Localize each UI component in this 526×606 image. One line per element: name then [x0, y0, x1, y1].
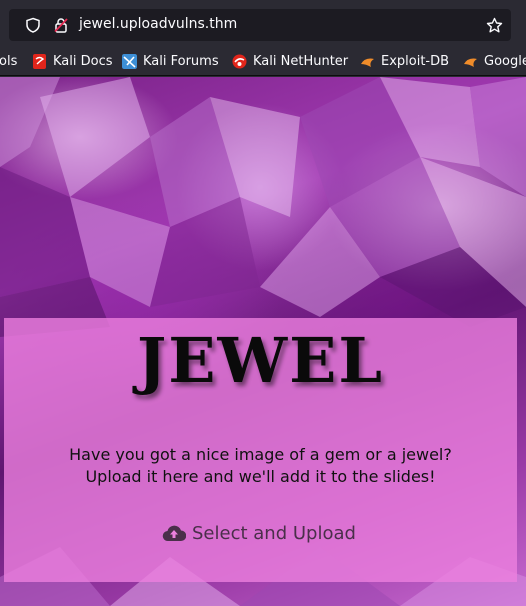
- bookmark-star-icon[interactable]: [486, 17, 503, 34]
- google-hacking-icon: [464, 58, 477, 67]
- address-bar[interactable]: jewel.uploadvulns.thm: [9, 9, 511, 41]
- bookmark-exploit-db[interactable]: Exploit-DB: [360, 52, 449, 70]
- bookmark-tools[interactable]: ols: [0, 52, 17, 70]
- bookmark-label: ols: [0, 53, 18, 69]
- bookmark-kali-docs[interactable]: Kali Docs: [32, 52, 113, 70]
- bookmark-label: Kali Docs: [53, 53, 113, 69]
- url-text[interactable]: jewel.uploadvulns.thm: [79, 16, 237, 32]
- kali-docs-icon: [33, 53, 46, 69]
- bookmark-kali-forums[interactable]: Kali Forums: [122, 52, 219, 70]
- shield-icon[interactable]: [25, 17, 41, 33]
- bookmarks-toolbar: ols Kali Docs Kali Forums Kali NetHunter…: [0, 47, 526, 76]
- browser-toolbar: jewel.uploadvulns.thm: [0, 0, 526, 47]
- select-upload-label: Select and Upload: [192, 522, 356, 544]
- bookmark-label: Kali NetHunter: [253, 53, 349, 69]
- exploit-db-icon: [361, 58, 374, 67]
- select-upload-button[interactable]: Select and Upload: [162, 520, 356, 546]
- tagline-line-2: Upload it here and we'll add it to the s…: [85, 467, 436, 486]
- upload-panel: JEWEL Have you got a nice image of a gem…: [4, 318, 517, 582]
- kali-nethunter-icon: [232, 54, 247, 68]
- bookmark-kali-nethunter[interactable]: Kali NetHunter: [232, 52, 348, 70]
- page-title: JEWEL: [136, 324, 385, 397]
- cloud-upload-icon: [162, 525, 186, 542]
- kali-forums-icon: [122, 53, 137, 69]
- bookmark-google[interactable]: Google: [463, 52, 526, 70]
- bookmark-label: Exploit-DB: [381, 53, 450, 69]
- page-viewport: JEWEL Have you got a nice image of a gem…: [0, 77, 526, 606]
- insecure-lock-icon[interactable]: [53, 17, 69, 33]
- bookmark-label: Kali Forums: [143, 53, 219, 69]
- bookmark-label: Google: [484, 53, 526, 69]
- tagline: Have you got a nice image of a gem or a …: [4, 444, 517, 488]
- tagline-line-1: Have you got a nice image of a gem or a …: [69, 445, 452, 464]
